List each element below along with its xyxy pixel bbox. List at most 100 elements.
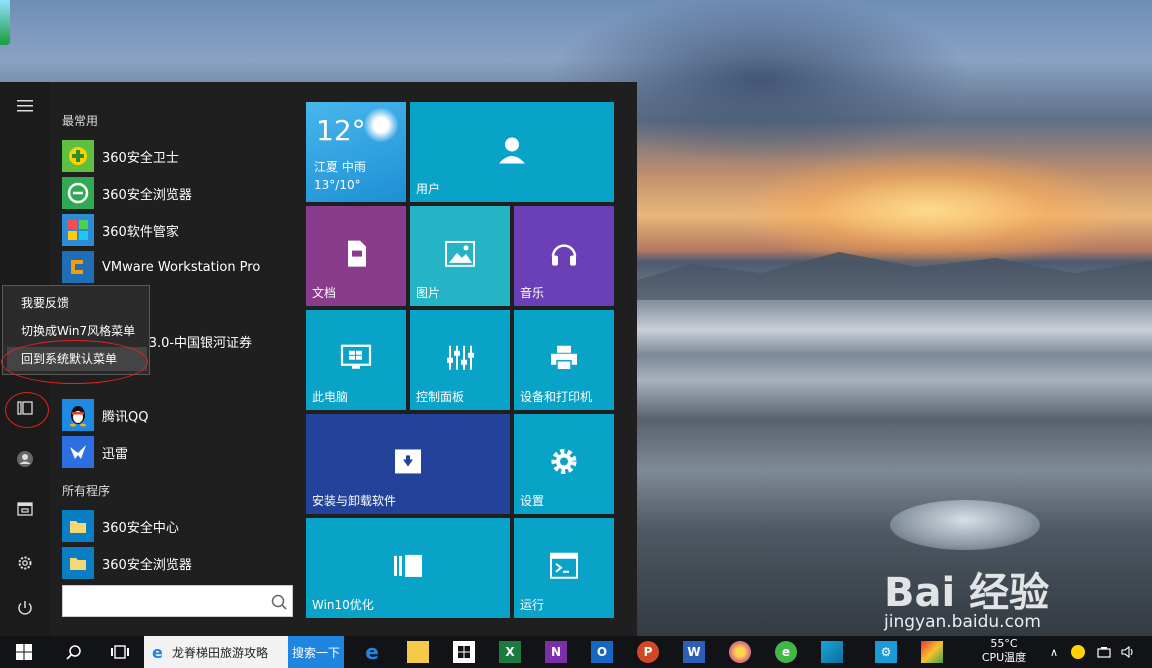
app-label: 腾讯QQ [102,409,149,425]
app-item-360-safeguard[interactable]: 360安全卫士 [62,139,302,173]
search-icon[interactable] [270,593,288,611]
taskbar-app-outlook[interactable]: O [582,636,622,668]
xunlei-bird-icon [62,436,94,468]
taskbar-app-excel[interactable]: X [490,636,530,668]
explorer-icon[interactable] [0,489,50,529]
tile-label: 控制面板 [416,390,465,404]
tile-run[interactable]: 运行 [514,518,614,618]
taskbar-app-onenote[interactable]: N [536,636,576,668]
store-icon [453,641,475,663]
tile-label: 音乐 [520,286,545,300]
media-icon [921,641,943,663]
most-used-heading: 最常用 [62,114,99,128]
wallpaper-rock [890,500,1040,550]
cpu-temperature: 55°C CPU温度 [972,637,1036,665]
paint-icon [729,641,751,663]
user-icon[interactable] [0,439,50,479]
weather-range: 13°/10° [314,178,361,192]
folder-icon [62,510,94,542]
search-icon [66,645,81,660]
desktop-widget-bar [0,0,10,45]
windows-logo-icon [16,644,32,660]
power-icon[interactable] [0,588,50,628]
tile-control-panel[interactable]: 控制面板 [410,310,510,410]
360-icon: e [775,641,797,663]
taskbar-app-word[interactable]: W [674,636,714,668]
taskbar-app-powerpoint[interactable]: P [628,636,668,668]
svg-text:e: e [152,643,163,661]
cpu-temperature-label: CPU温度 [981,651,1027,664]
taskbar-app-settings[interactable]: ⚙ [866,636,906,668]
computer-icon [340,344,372,369]
classic-menu-icon[interactable] [0,388,50,428]
360-browser-icon [62,177,94,209]
taskbar-browser-search[interactable]: e 龙脊梯田旅游攻略 [144,636,288,668]
tile-win10-optimize[interactable]: Win10优化 [306,518,510,618]
context-menu: 我要反馈 切换成Win7风格菜单 回到系统默认菜单 [2,285,150,375]
app-label: 360安全中心 [102,520,179,536]
tile-pictures[interactable]: 图片 [410,206,510,306]
taskbar-app-media[interactable] [912,636,952,668]
headphones-icon [551,244,577,266]
qq-penguin-icon [62,399,94,431]
taskbar-app-paint[interactable] [720,636,760,668]
watermark-logo: Bai 经验 [884,570,1050,616]
folder-icon [407,641,429,663]
photo-icon [821,641,843,663]
tile-install-uninstall[interactable]: 安装与卸载软件 [306,414,510,514]
taskbar-app-edge[interactable]: e [352,636,392,668]
weather-temperature: 12° [316,114,366,147]
tile-this-pc[interactable]: 此电脑 [306,310,406,410]
app-label: 迅雷 [102,446,129,462]
app-label: 360安全浏览器 [102,557,192,573]
taskbar-app-360[interactable]: e [766,636,806,668]
settings-icon[interactable] [0,543,50,583]
taskbar: e 龙脊梯田旅游攻略 搜索一下 e X N O P W e ⚙ 55°C CPU… [0,636,1152,668]
360-software-manager-icon [62,214,94,246]
watermark-url: jingyan.baidu.com [884,612,1041,632]
tile-settings[interactable]: 设置 [514,414,614,514]
tile-devices-printers[interactable]: 设备和打印机 [514,310,614,410]
taskbar-search-go-button[interactable]: 搜索一下 [288,636,344,668]
folder-item-360-browser[interactable]: 360安全浏览器 [62,546,302,580]
tile-label: 设备和打印机 [520,390,593,404]
ie-icon: e [152,643,163,661]
app-item-360-browser[interactable]: 360安全浏览器 [62,176,302,210]
tray-360-icon[interactable] [1068,636,1088,668]
powerpoint-icon: P [637,641,659,663]
taskbar-search-button[interactable] [56,636,92,668]
app-item-360-software-manager[interactable]: 360软件管家 [62,213,302,247]
taskbar-app-explorer[interactable] [398,636,438,668]
tile-weather[interactable]: 12° 江夏 中雨 13°/10° [306,102,406,202]
task-view-button[interactable] [100,636,140,668]
classic-menu-icon [394,554,422,577]
word-icon: W [683,641,705,663]
taskbar-app-photo[interactable] [812,636,852,668]
tray-chevron-icon[interactable]: ∧ [1046,636,1062,668]
vmware-icon [62,251,94,283]
hamburger-icon[interactable] [0,86,50,126]
gear-icon [551,448,577,474]
menu-item-feedback[interactable]: 我要反馈 [7,291,147,315]
cpu-temperature-value: 55°C [990,637,1018,650]
start-search-box[interactable] [62,585,293,617]
menu-item-restore-default[interactable]: 回到系统默认菜单 [7,347,147,371]
app-item-qq[interactable]: 腾讯QQ [62,398,302,432]
app-item-vmware[interactable]: VMware Workstation Pro [62,250,302,284]
printer-icon [551,345,577,371]
tile-user[interactable]: 用户 [410,102,614,202]
document-icon [348,240,366,267]
tile-documents[interactable]: 文档 [306,206,406,306]
excel-icon: X [499,641,521,663]
start-button[interactable] [0,636,48,668]
tile-label: 设置 [520,494,545,508]
tile-label: Win10优化 [312,598,374,612]
tray-network-icon[interactable] [1094,636,1114,668]
menu-item-win7-style[interactable]: 切换成Win7风格菜单 [7,319,147,343]
taskbar-app-store[interactable] [444,636,484,668]
app-item-xunlei[interactable]: 迅雷 [62,435,302,469]
tile-music[interactable]: 音乐 [514,206,614,306]
start-search-input[interactable] [63,586,263,616]
tray-volume-icon[interactable] [1118,636,1138,668]
folder-item-360-security-center[interactable]: 360安全中心 [62,509,302,543]
